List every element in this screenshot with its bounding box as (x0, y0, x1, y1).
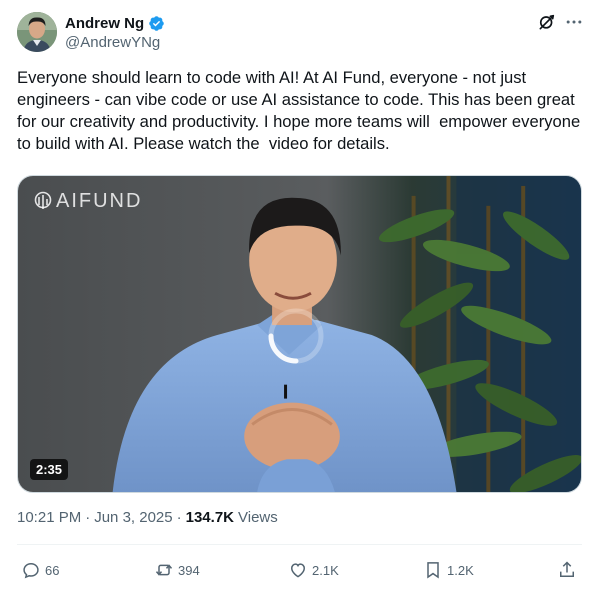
repost-count: 394 (178, 562, 200, 578)
repost-icon (155, 564, 173, 576)
aifund-watermark: AIFUND (34, 190, 142, 213)
more-icon[interactable] (564, 12, 584, 32)
reply-icon (23, 562, 39, 579)
loading-spinner-icon (268, 308, 324, 364)
tweet-text: Everyone should learn to code with AI! A… (17, 68, 585, 153)
tweet-time[interactable]: 10:21 PM (17, 509, 81, 526)
author-display-name[interactable]: Andrew Ng (65, 15, 144, 32)
avatar[interactable] (17, 12, 57, 52)
author-name-row: Andrew Ng (65, 13, 165, 33)
tweet-metadata: 10:21 PM · Jun 3, 2025 · 134.7K Views (17, 509, 278, 526)
aifund-logo-icon (34, 191, 52, 209)
views-count: 134.7K (185, 509, 234, 526)
video-player[interactable]: AIFUND 2:35 (17, 175, 582, 493)
watermark-text: AIFUND (56, 190, 143, 212)
reply-count: 66 (45, 562, 60, 578)
tweet-date[interactable]: Jun 3, 2025 (94, 509, 172, 526)
meta-separator: · (85, 509, 91, 526)
verified-badge-icon[interactable] (148, 15, 165, 32)
action-bar: 66 394 2.1K 1.2K (17, 556, 582, 584)
bookmark-button[interactable]: 1.2K (423, 556, 474, 584)
share-icon (560, 561, 574, 577)
bookmark-count: 1.2K (447, 562, 474, 578)
repost-button[interactable]: 394 (154, 556, 200, 584)
grok-icon[interactable] (537, 12, 557, 32)
views-label: Views (238, 509, 278, 526)
tweet: Andrew Ng @AndrewYNg Everyone should lea… (0, 0, 599, 593)
avatar-image (17, 12, 57, 52)
reply-button[interactable]: 66 (21, 556, 59, 584)
meta-separator: · (176, 509, 182, 526)
share-button[interactable] (557, 556, 577, 584)
like-button[interactable]: 2.1K (288, 556, 339, 584)
like-count: 2.1K (312, 562, 339, 578)
heart-icon (290, 563, 306, 578)
bookmark-icon (427, 562, 439, 579)
divider (17, 544, 582, 545)
author-handle[interactable]: @AndrewYNg (65, 34, 160, 51)
video-duration-badge: 2:35 (30, 459, 69, 480)
